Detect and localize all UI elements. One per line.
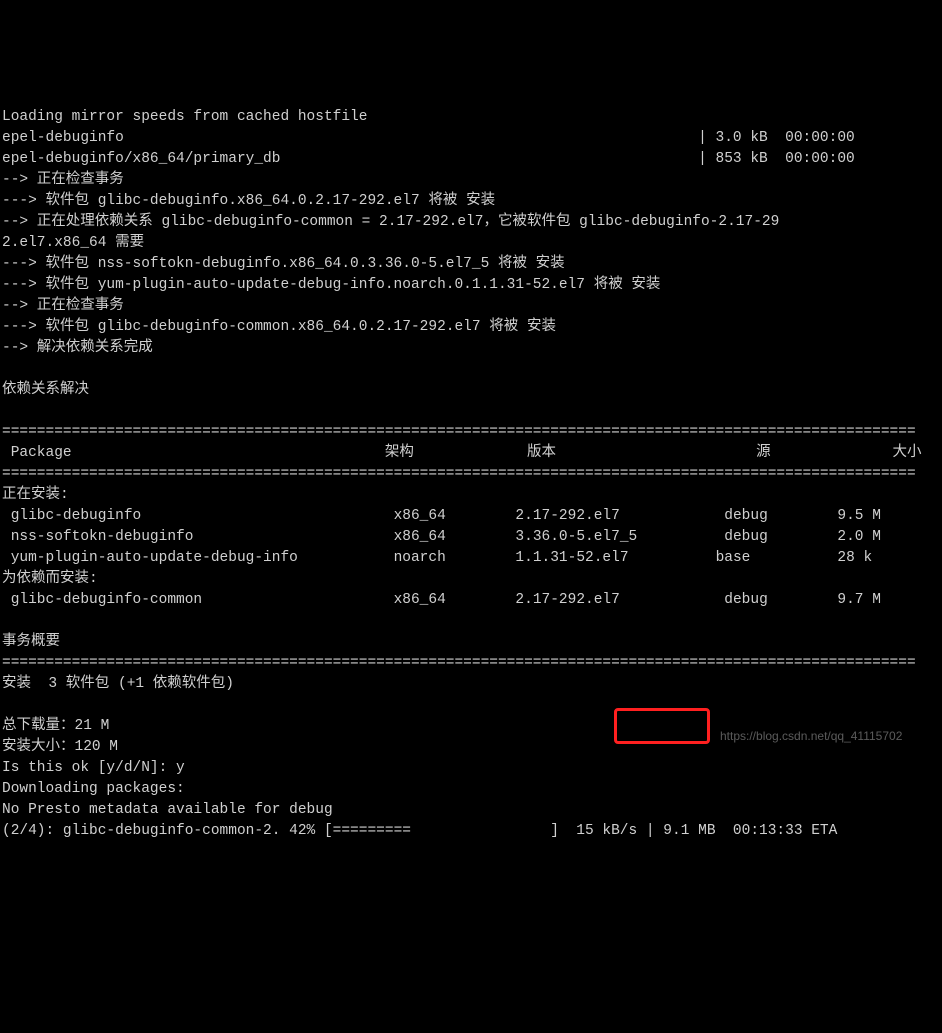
out-line: ---> 软件包 glibc-debuginfo-common.x86_64.0… (2, 319, 556, 335)
out-line: No Presto metadata available for debug (2, 802, 333, 818)
out-line: ---> 软件包 glibc-debuginfo.x86_64.0.2.17-2… (2, 193, 495, 209)
out-line: --> 解决依赖关系完成 (2, 340, 153, 356)
out-line: epel-debuginfo | 3.0 kB 00:00:00 (2, 130, 855, 146)
separator: ========================================… (2, 655, 916, 671)
out-line: 依赖关系解决 (2, 382, 89, 398)
separator: ========================================… (2, 466, 916, 482)
table-row: yum-plugin-auto-update-debug-info noarch… (2, 550, 872, 566)
out-line: epel-debuginfo/x86_64/primary_db | 853 k… (2, 151, 855, 167)
out-line: ---> 软件包 yum-plugin-auto-update-debug-in… (2, 277, 660, 293)
progress-line: (2/4): glibc-debuginfo-common-2. 42% [==… (2, 823, 837, 839)
prompt-line[interactable]: Is this ok [y/d/N]: y (2, 760, 185, 776)
out-line: 2.el7.x86_64 需要 (2, 235, 144, 251)
table-row: nss-softokn-debuginfo x86_64 3.36.0-5.el… (2, 529, 881, 545)
out-line: --> 正在检查事务 (2, 298, 124, 314)
out-line: --> 正在检查事务 (2, 172, 124, 188)
table-row: glibc-debuginfo x86_64 2.17-292.el7 debu… (2, 508, 881, 524)
out-line: Downloading packages: (2, 781, 185, 797)
out-line: Loading mirror speeds from cached hostfi… (2, 109, 367, 125)
summary-title: 事务概要 (2, 634, 60, 650)
out-line: 安装大小：120 M (2, 739, 118, 755)
watermark: https://blog.csdn.net/qq_41115702 (720, 726, 902, 747)
section-label: 为依赖而安装: (2, 571, 98, 587)
section-label: 正在安装: (2, 487, 69, 503)
out-line: ---> 软件包 nss-softokn-debuginfo.x86_64.0.… (2, 256, 565, 272)
out-line: 总下载量：21 M (2, 718, 109, 734)
table-row: glibc-debuginfo-common x86_64 2.17-292.e… (2, 592, 881, 608)
out-line: 安装 3 软件包 (+1 依赖软件包) (2, 676, 234, 692)
separator: ========================================… (2, 424, 916, 440)
table-header: Package 架构 版本 源 大小 (2, 445, 921, 461)
out-line: --> 正在处理依赖关系 glibc-debuginfo-common = 2.… (2, 214, 779, 230)
